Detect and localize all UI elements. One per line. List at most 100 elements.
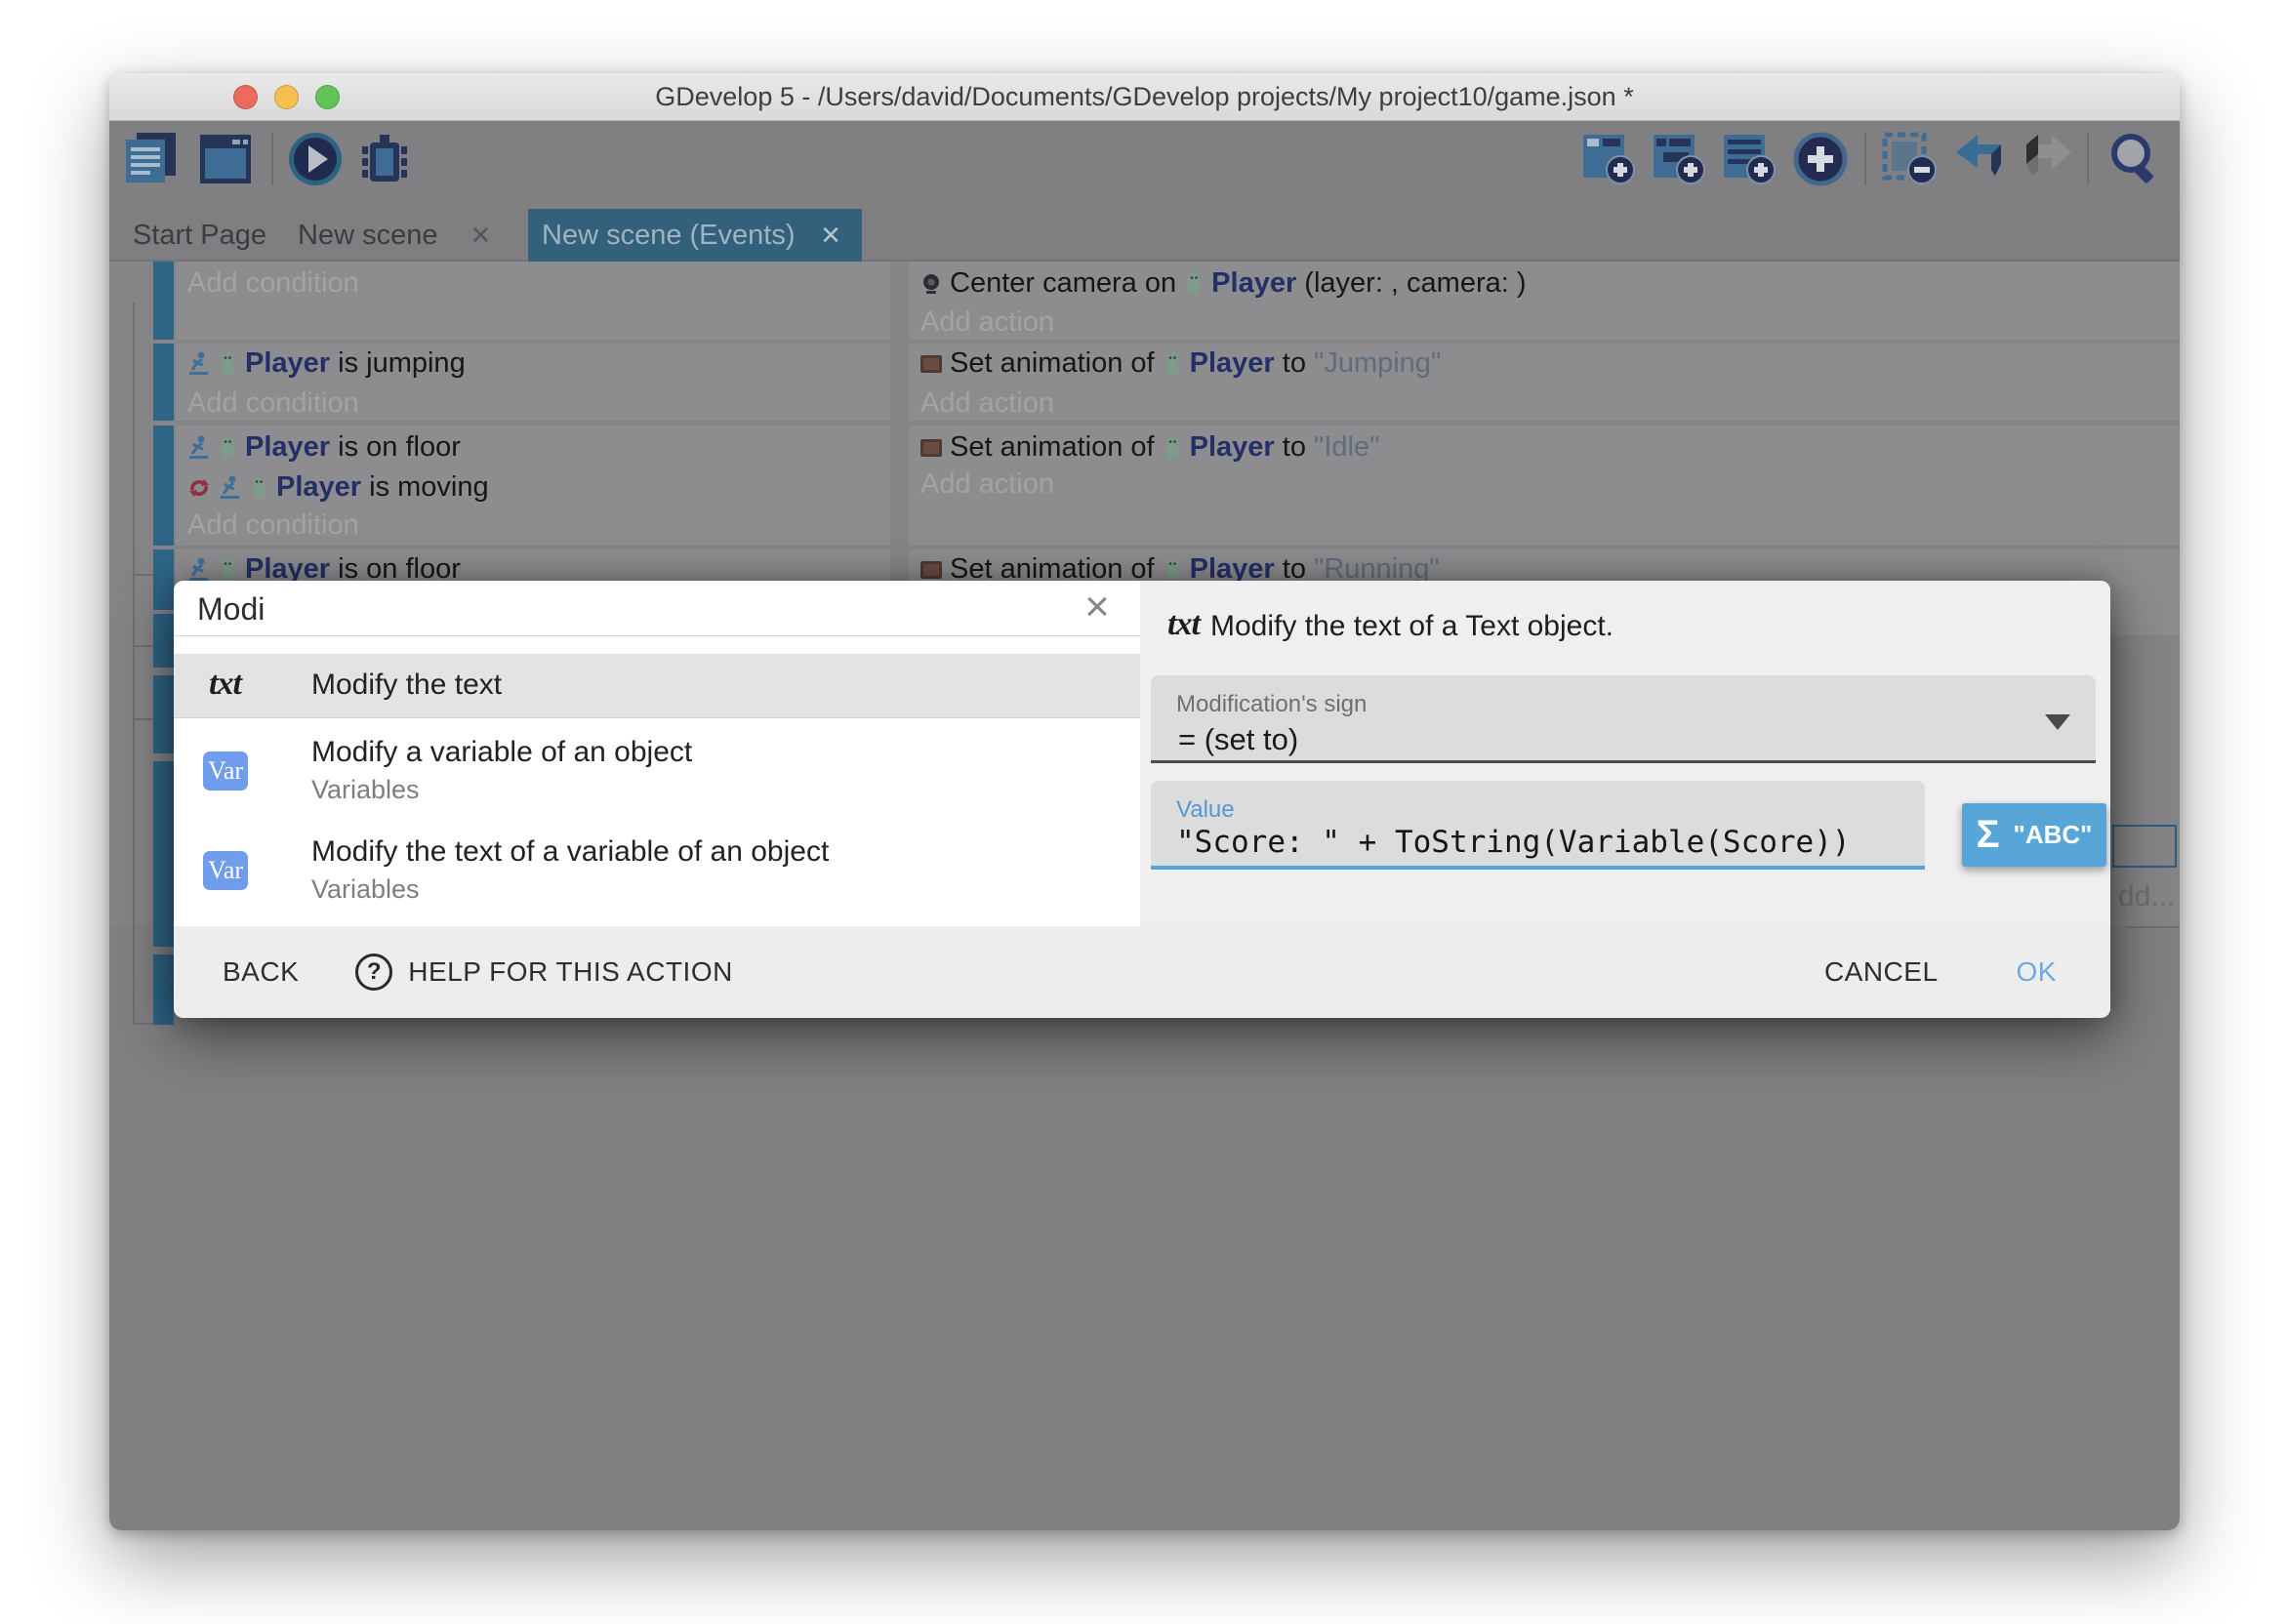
condition-line[interactable]: Player is on floor [187, 427, 461, 467]
player-object-icon [1184, 272, 1204, 295]
app-content: Start Page New scene × New scene (Events… [109, 121, 2180, 1530]
chevron-down-icon [2045, 714, 2070, 730]
add-action-link[interactable]: Add action [920, 465, 1054, 505]
action-text: to [1275, 347, 1314, 380]
add-sub-event-button[interactable] [1652, 131, 1708, 187]
add-condition-link[interactable]: Add condition [187, 384, 359, 424]
player-object-icon [218, 352, 237, 375]
object-name: Player [1211, 267, 1296, 300]
clipped-divider [2126, 926, 2180, 928]
title-bar: GDevelop 5 - /Users/david/Documents/GDev… [109, 73, 2180, 121]
condition-line[interactable]: Player is moving [187, 467, 489, 508]
ok-button[interactable]: OK [2017, 956, 2057, 988]
modification-sign-select[interactable]: Modification's sign = (set to) [1151, 675, 2096, 763]
conditions-cell[interactable]: Player is on floor Player is moving Add … [176, 426, 890, 546]
preview-play-button[interactable] [287, 131, 344, 187]
text-object-icon: txt [209, 666, 241, 703]
toolbar-separator [2087, 133, 2089, 185]
tab-start-page[interactable]: Start Page [133, 209, 266, 262]
tab-new-scene-events[interactable]: New scene (Events) × [528, 209, 862, 262]
search-icon [2106, 131, 2163, 187]
field-label: Modification's sign [1176, 691, 1367, 718]
animation-icon [920, 355, 942, 373]
result-modify-variable[interactable]: Var Modify a variable of an object Varia… [174, 728, 1140, 816]
selected-sign: = (set to) [1178, 722, 1298, 757]
result-modify-the-text[interactable]: txt Modify the text [174, 654, 1140, 718]
instruction-search-panel: × txt Modify the text Var Modify a varia… [174, 581, 1140, 926]
instruction-title: Modify the text of a Text object. [1210, 610, 1614, 643]
tab-label: New scene (Events) [542, 220, 796, 252]
add-event-button[interactable] [1581, 131, 1638, 187]
add-sub-event-icon [1652, 131, 1708, 187]
project-manager-icon [123, 131, 180, 187]
scene-editor-button[interactable] [197, 131, 254, 187]
animation-icon [920, 439, 942, 457]
tab-close-icon[interactable]: × [821, 217, 840, 255]
cancel-button[interactable]: CANCEL [1824, 956, 1939, 988]
add-comment-icon [1722, 131, 1778, 187]
actions-cell[interactable]: Set animation of Player to "Idle" Add ac… [909, 426, 2180, 546]
action-text: (layer: , camera: ) [1296, 267, 1526, 300]
help-icon[interactable]: ? [355, 954, 392, 991]
action-text: Center camera on [950, 267, 1184, 300]
search-field[interactable]: × [174, 581, 1140, 636]
redo-button[interactable] [2019, 131, 2075, 187]
open-expression-editor-button[interactable]: Σ "ABC" [1962, 803, 2106, 867]
tab-label: Start Page [133, 220, 266, 252]
event-color-bar [153, 954, 174, 1025]
action-line[interactable]: Set animation of Player to "Jumping" [920, 344, 1441, 384]
help-button[interactable]: HELP FOR THIS ACTION [408, 956, 733, 988]
add-condition-link[interactable]: Add condition [187, 264, 359, 304]
add-condition-link[interactable]: Add condition [187, 506, 359, 546]
delete-event-icon [1882, 131, 1939, 187]
actions-cell[interactable]: Center camera on Player (layer: , camera… [909, 262, 2180, 340]
conditions-cell[interactable]: Add condition [176, 262, 890, 340]
gdevelop-window: GDevelop 5 - /Users/david/Documents/GDev… [109, 73, 2180, 1530]
choose-add-event-button[interactable] [1792, 131, 1849, 187]
result-modify-text-of-variable[interactable]: Var Modify the text of a variable of an … [174, 828, 1140, 915]
abc-label: "ABC" [2014, 820, 2093, 850]
close-icon[interactable]: × [1068, 579, 1126, 634]
tab-close-icon[interactable]: × [470, 217, 490, 255]
search-input[interactable] [195, 587, 1039, 631]
animation-icon [920, 561, 942, 579]
result-title: Modify the text [311, 669, 502, 702]
condition-line[interactable]: Player is jumping [187, 344, 466, 384]
undo-button[interactable] [1952, 131, 2009, 187]
toolbar-separator [271, 133, 273, 185]
tab-new-scene[interactable]: New scene × [298, 209, 490, 262]
project-manager-button[interactable] [123, 131, 180, 187]
player-object-icon [1163, 436, 1182, 459]
add-event-icon [1581, 131, 1638, 187]
condition-text: is moving [361, 471, 489, 504]
back-button[interactable]: BACK [223, 956, 299, 988]
conditions-cell[interactable]: Player is jumping Add condition [176, 344, 890, 421]
search-events-button[interactable] [2106, 131, 2163, 187]
add-comment-button[interactable] [1722, 131, 1778, 187]
value-expression-input[interactable] [1174, 824, 1905, 861]
object-name: Player [245, 347, 330, 380]
action-line[interactable]: Set animation of Player to "Idle" [920, 427, 1379, 467]
debugger-button[interactable] [356, 131, 413, 187]
add-action-link[interactable]: Add action [920, 384, 1054, 424]
action-text: Set animation of [950, 347, 1163, 380]
object-name: Player [245, 431, 330, 464]
action-text: Set animation of [950, 431, 1163, 464]
delete-event-button[interactable] [1882, 131, 1939, 187]
platformer-behavior-icon [187, 435, 210, 460]
event-color-bar [153, 761, 174, 947]
actions-cell[interactable]: Set animation of Player to "Jumping" Add… [909, 344, 2180, 421]
add-action-link[interactable]: Add action [920, 303, 1054, 343]
event-color-bar [153, 614, 174, 668]
value-field[interactable]: Value [1151, 781, 1925, 870]
event-color-bar [153, 549, 174, 610]
redo-icon [2019, 131, 2075, 187]
player-object-icon [249, 476, 268, 499]
play-icon [287, 131, 344, 187]
action-line[interactable]: Center camera on Player (layer: , camera… [920, 264, 1527, 304]
clipped-event-field [2112, 825, 2177, 868]
dialog-footer: BACK ? HELP FOR THIS ACTION CANCEL OK [174, 926, 2110, 1018]
desktop: GDevelop 5 - /Users/david/Documents/GDev… [0, 0, 2288, 1624]
window-title: GDevelop 5 - /Users/david/Documents/GDev… [109, 73, 2180, 120]
instruction-editor-dialog: × txt Modify the text Var Modify a varia… [174, 581, 2110, 1018]
